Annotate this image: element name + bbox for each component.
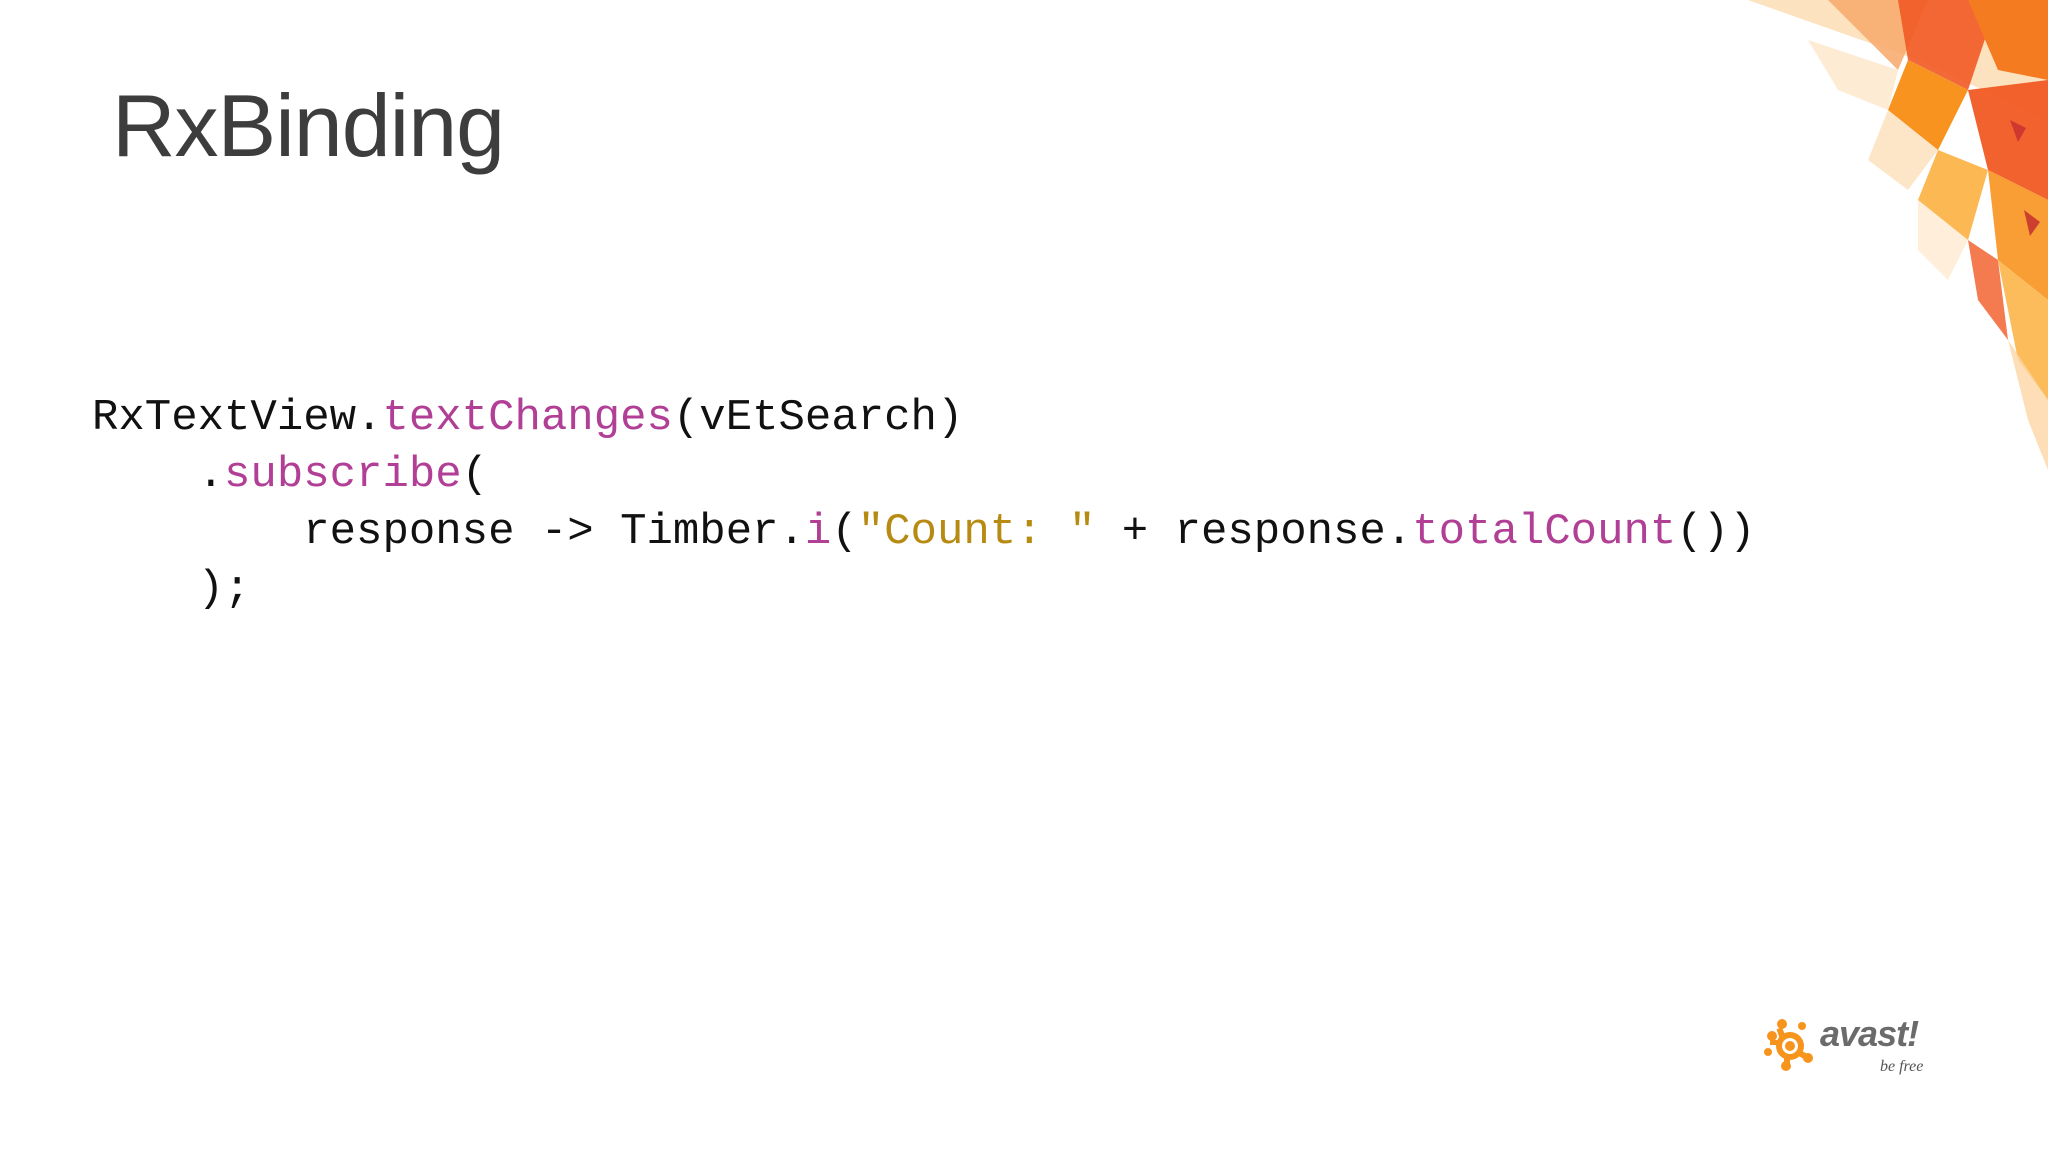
code-token: RxTextView. [92,393,383,443]
code-line: response -> Timber.i("Count: " + respons… [92,504,1756,561]
code-block: RxTextView.textChanges(vEtSearch) .subsc… [92,390,1756,618]
code-token: ( [461,450,489,500]
code-token-method: subscribe [224,450,462,500]
avast-orange-splash-icon [1764,1019,1813,1071]
code-token: . [92,450,225,500]
code-token: ()) [1676,507,1756,557]
code-token: (vEtSearch) [672,393,964,443]
logo-tagline: be free [1880,1058,1924,1075]
slide: RxBinding RxTextView.textChanges(vEtSear… [0,0,2048,1152]
slide-title: RxBinding [112,76,505,175]
logo-wordmark: avast! [1820,1013,1919,1054]
code-line: .subscribe( [92,447,1756,504]
code-token: + response. [1095,507,1413,557]
code-token-method: i [804,507,832,557]
code-line: ); [92,561,1756,618]
avast-logo: avast! be free [1762,1014,1942,1084]
code-token-string: "Count: " [857,507,1096,557]
code-line: RxTextView.textChanges(vEtSearch) [92,390,1756,447]
code-token-method: totalCount [1412,507,1677,557]
code-token: response -> Timber. [92,507,805,557]
code-token: ( [831,507,858,557]
code-token-method: textChanges [382,393,673,443]
code-token: ); [92,564,251,614]
